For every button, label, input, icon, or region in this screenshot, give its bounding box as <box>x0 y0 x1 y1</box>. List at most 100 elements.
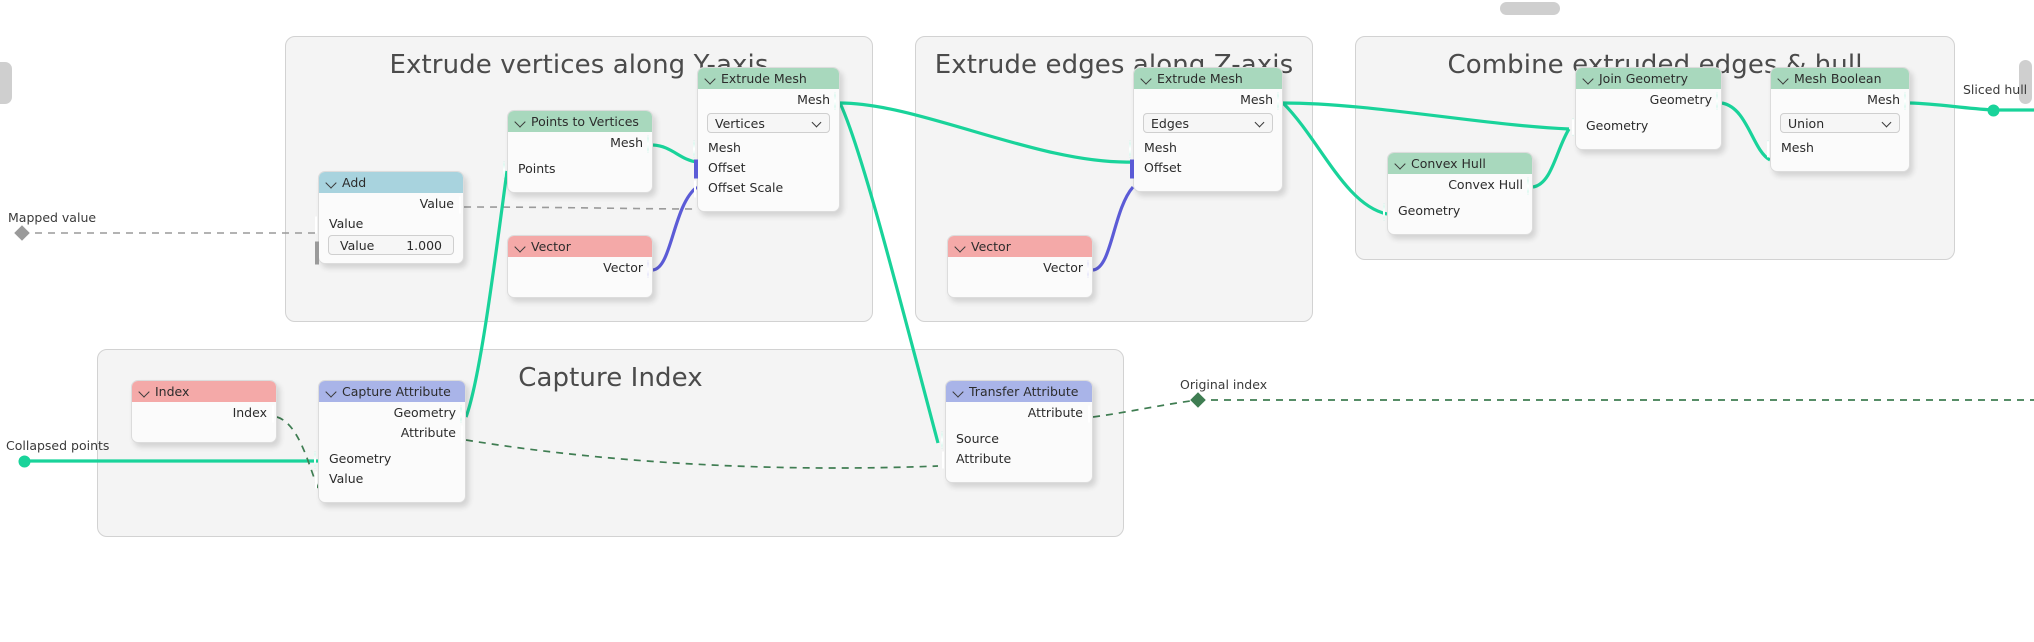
socket-ta-in-source[interactable] <box>940 431 952 449</box>
chevron-down-icon[interactable] <box>813 119 822 128</box>
socket-row-emv-in-offset[interactable]: Offset <box>693 157 839 179</box>
socket-row-mb-out[interactable]: Mesh <box>1771 89 1909 110</box>
node-header-add[interactable]: Add <box>319 172 463 193</box>
socket-add-in-value[interactable] <box>314 216 325 234</box>
node-extrude-mesh-vertices[interactable]: Extrude Mesh Mesh Vertices Mesh Offset O… <box>692 67 840 212</box>
chevron-down-icon[interactable] <box>1583 73 1594 84</box>
chevron-down-icon[interactable] <box>1778 73 1789 84</box>
socket-vector-z-out[interactable] <box>1086 260 1098 278</box>
chevron-down-icon[interactable] <box>515 241 526 252</box>
socket-ch-in-geometry[interactable] <box>1382 203 1394 221</box>
socket-row-eme-in-offset[interactable]: Offset <box>1129 157 1282 179</box>
socket-row-ca-out-geometry[interactable]: Geometry <box>319 402 465 423</box>
node-header-convex-hull[interactable]: Convex Hull <box>1388 153 1532 174</box>
reroute-collapsed-points[interactable] <box>18 455 31 468</box>
socket-mb-out[interactable] <box>1903 92 1915 110</box>
socket-add-in-value2[interactable] <box>314 241 325 265</box>
socket-row-eme-in-mesh[interactable]: Mesh <box>1128 137 1282 158</box>
chevron-down-icon[interactable] <box>326 177 337 188</box>
socket-row-add-out-value[interactable]: Value <box>319 193 463 214</box>
socket-row-jg-in[interactable]: Geometry <box>1571 115 1721 136</box>
socket-row-ch-out[interactable]: Convex Hull <box>1388 174 1532 195</box>
socket-row-ptv-out-mesh[interactable]: Mesh <box>508 132 652 153</box>
node-mesh-boolean[interactable]: Mesh Boolean Mesh Union Mesh <box>1766 67 1910 172</box>
socket-eme-in-offset[interactable] <box>1129 159 1140 179</box>
node-header-vector-z[interactable]: Vector <box>948 236 1092 257</box>
socket-emv-in-mesh[interactable] <box>692 140 704 158</box>
socket-emv-out-mesh[interactable] <box>833 92 845 110</box>
socket-row-add-in-value[interactable]: Value <box>314 213 463 234</box>
socket-row-index-out[interactable]: Index <box>132 402 276 423</box>
reroute-mapped-value[interactable] <box>14 225 30 241</box>
node-transfer-attribute[interactable]: Transfer Attribute Attribute Source Attr… <box>940 380 1093 483</box>
socket-row-ch-in-geometry[interactable]: Geometry <box>1382 200 1532 221</box>
socket-row-ca-in-value[interactable]: Value <box>314 468 465 489</box>
scrollbar-horizontal[interactable] <box>1500 2 1560 15</box>
socket-row-ca-in-geometry[interactable]: Geometry <box>313 448 465 469</box>
chevron-down-icon[interactable] <box>139 386 150 397</box>
socket-eme-out-mesh[interactable] <box>1276 92 1288 110</box>
socket-ch-out[interactable] <box>1526 177 1538 195</box>
socket-row-vector-z-out[interactable]: Vector <box>948 257 1092 278</box>
socket-row-mb-in[interactable]: Mesh <box>1766 137 1909 158</box>
socket-emv-in-offset[interactable] <box>693 159 704 179</box>
chevron-down-icon[interactable] <box>1256 119 1265 128</box>
scrollbar-left[interactable] <box>0 62 12 104</box>
socket-jg-out[interactable] <box>1715 92 1727 110</box>
chevron-down-icon[interactable] <box>326 386 337 397</box>
socket-ca-in-geometry[interactable] <box>313 451 325 469</box>
socket-row-emv-in-mesh[interactable]: Mesh <box>692 137 839 158</box>
socket-eme-in-mesh[interactable] <box>1128 140 1140 158</box>
socket-row-emv-out-mesh[interactable]: Mesh <box>698 89 839 110</box>
node-header-points-to-vertices[interactable]: Points to Vertices <box>508 111 652 132</box>
chevron-down-icon[interactable] <box>1395 158 1406 169</box>
socket-row-ta-in-attribute[interactable]: Attribute <box>941 448 1092 469</box>
node-header-extrude-mesh-edges[interactable]: Extrude Mesh <box>1134 68 1282 89</box>
node-header-vector-y[interactable]: Vector <box>508 236 652 257</box>
chevron-down-icon[interactable] <box>515 116 526 127</box>
node-editor-canvas[interactable]: Extrude vertices along Y-axis Extrude ed… <box>0 0 2034 642</box>
node-header-mesh-boolean[interactable]: Mesh Boolean <box>1771 68 1909 89</box>
dropdown-extrude-mode-vertices[interactable]: Vertices <box>707 113 830 133</box>
dropdown-boolean-operation[interactable]: Union <box>1780 113 1900 133</box>
socket-ptv-in-points[interactable] <box>502 161 514 179</box>
socket-row-jg-out[interactable]: Geometry <box>1576 89 1721 110</box>
socket-row-ta-out[interactable]: Attribute <box>946 402 1092 423</box>
node-capture-attribute[interactable]: Capture Attribute Geometry Attribute Geo… <box>313 380 466 503</box>
socket-ta-in-attribute[interactable] <box>941 451 952 469</box>
node-convex-hull[interactable]: Convex Hull Convex Hull Geometry <box>1382 152 1533 235</box>
socket-row-ptv-in-points[interactable]: Points <box>502 158 652 179</box>
socket-row-vector-y-out[interactable]: Vector <box>508 257 652 278</box>
node-vector-y[interactable]: Vector Vector <box>507 235 653 298</box>
node-header-extrude-mesh-vertices[interactable]: Extrude Mesh <box>698 68 839 89</box>
chevron-down-icon[interactable] <box>955 241 966 252</box>
socket-mb-in-mesh-multi[interactable] <box>1766 140 1777 158</box>
node-index[interactable]: Index Index <box>131 380 277 443</box>
chevron-down-icon[interactable] <box>1141 73 1152 84</box>
socket-row-ca-out-attribute[interactable]: Attribute <box>319 422 465 443</box>
socket-ca-out-attribute[interactable] <box>460 425 471 443</box>
dropdown-extrude-mode-edges[interactable]: Edges <box>1143 113 1273 133</box>
reroute-sliced-hull[interactable] <box>1987 104 2000 117</box>
node-header-join-geometry[interactable]: Join Geometry <box>1576 68 1721 89</box>
node-header-index[interactable]: Index <box>132 381 276 402</box>
socket-row-ta-in-source[interactable]: Source <box>940 428 1092 449</box>
value-field-add[interactable]: Value 1.000 <box>328 235 454 255</box>
chevron-down-icon[interactable] <box>705 73 716 84</box>
socket-index-out[interactable] <box>271 405 282 423</box>
node-header-capture-attribute[interactable]: Capture Attribute <box>319 381 465 402</box>
chevron-down-icon[interactable] <box>1883 119 1892 128</box>
socket-add-out-value[interactable] <box>458 196 469 214</box>
node-vector-z[interactable]: Vector Vector <box>947 235 1093 298</box>
node-add[interactable]: Add Value Value Value 1.000 <box>314 171 464 265</box>
reroute-original-index[interactable] <box>1190 392 1206 408</box>
chevron-down-icon[interactable] <box>953 386 964 397</box>
node-join-geometry[interactable]: Join Geometry Geometry Geometry <box>1571 67 1722 150</box>
socket-jg-in-geometry-multi[interactable] <box>1571 118 1582 136</box>
socket-vector-y-out[interactable] <box>646 260 658 278</box>
socket-emv-in-offset-scale[interactable] <box>693 180 704 198</box>
node-extrude-mesh-edges[interactable]: Extrude Mesh Mesh Edges Mesh Offset <box>1128 67 1283 192</box>
socket-ca-in-value[interactable] <box>314 471 325 489</box>
socket-row-emv-in-offset-scale[interactable]: Offset Scale <box>693 177 839 198</box>
socket-row-eme-out-mesh[interactable]: Mesh <box>1134 89 1282 110</box>
